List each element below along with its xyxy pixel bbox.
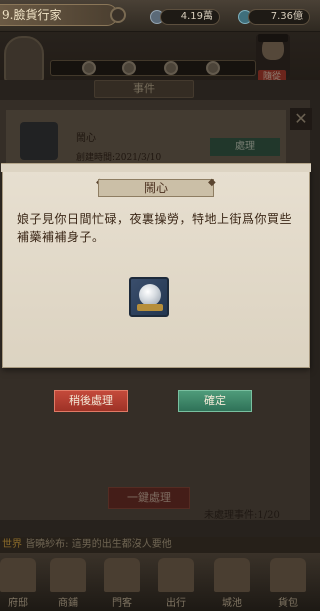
nav-item-bag[interactable]: 貨包 xyxy=(262,556,314,611)
world-chat-ticker[interactable]: 世界 皆曉紗布: 這男的出生都沒人要他 xyxy=(0,537,320,553)
nav-label: 府邸 xyxy=(8,598,28,609)
clock-icon[interactable] xyxy=(110,7,126,23)
bag-icon xyxy=(270,558,306,592)
dialog-message: 娘子見你日間忙碌，夜裏操勞，特地上街爲你買些補藥補補身子。 xyxy=(17,212,293,244)
pearl-orb xyxy=(139,284,161,306)
city-icon xyxy=(214,558,250,592)
mansion-icon xyxy=(0,558,36,592)
nav-label: 門客 xyxy=(112,598,132,609)
confirm-button[interactable]: 確定 xyxy=(178,390,252,412)
resource-2-value: 7.36億 xyxy=(248,9,310,25)
nav-item-city[interactable]: 城池 xyxy=(206,556,258,611)
nav-label: 出行 xyxy=(166,598,186,609)
nav-item-retainer[interactable]: 門客 xyxy=(96,556,148,611)
shop-name-badge[interactable]: 9.臉貨行家 xyxy=(0,4,118,26)
ornament-icon: ◆ xyxy=(208,177,216,188)
resource-1-value: 4.19萬 xyxy=(160,9,220,25)
pearl-icon[interactable] xyxy=(129,277,169,317)
event-dialog: ◆ 鬧心 ◆ 娘子見你日間忙碌，夜裏操勞，特地上街爲你買些補藥補補身子。 xyxy=(1,163,311,368)
ticker-text: 皆曉紗布: 這男的出生都沒人要他 xyxy=(25,539,172,550)
pearl-stand xyxy=(137,304,163,311)
retainer-icon xyxy=(104,558,140,592)
nav-item-mansion[interactable]: 府邸 xyxy=(0,556,44,611)
travel-icon xyxy=(158,558,194,592)
nav-item-travel[interactable]: 出行 xyxy=(150,556,202,611)
shop-icon xyxy=(50,558,86,592)
ticker-prefix: 世界 xyxy=(2,539,22,550)
dialog-title: 鬧心 xyxy=(98,179,214,197)
nav-label: 城池 xyxy=(222,598,242,609)
nav-label: 貨包 xyxy=(278,598,298,609)
nav-label: 商鋪 xyxy=(58,598,78,609)
nav-item-shop[interactable]: 商鋪 xyxy=(42,556,94,611)
later-button[interactable]: 稍後處理 xyxy=(54,390,128,412)
